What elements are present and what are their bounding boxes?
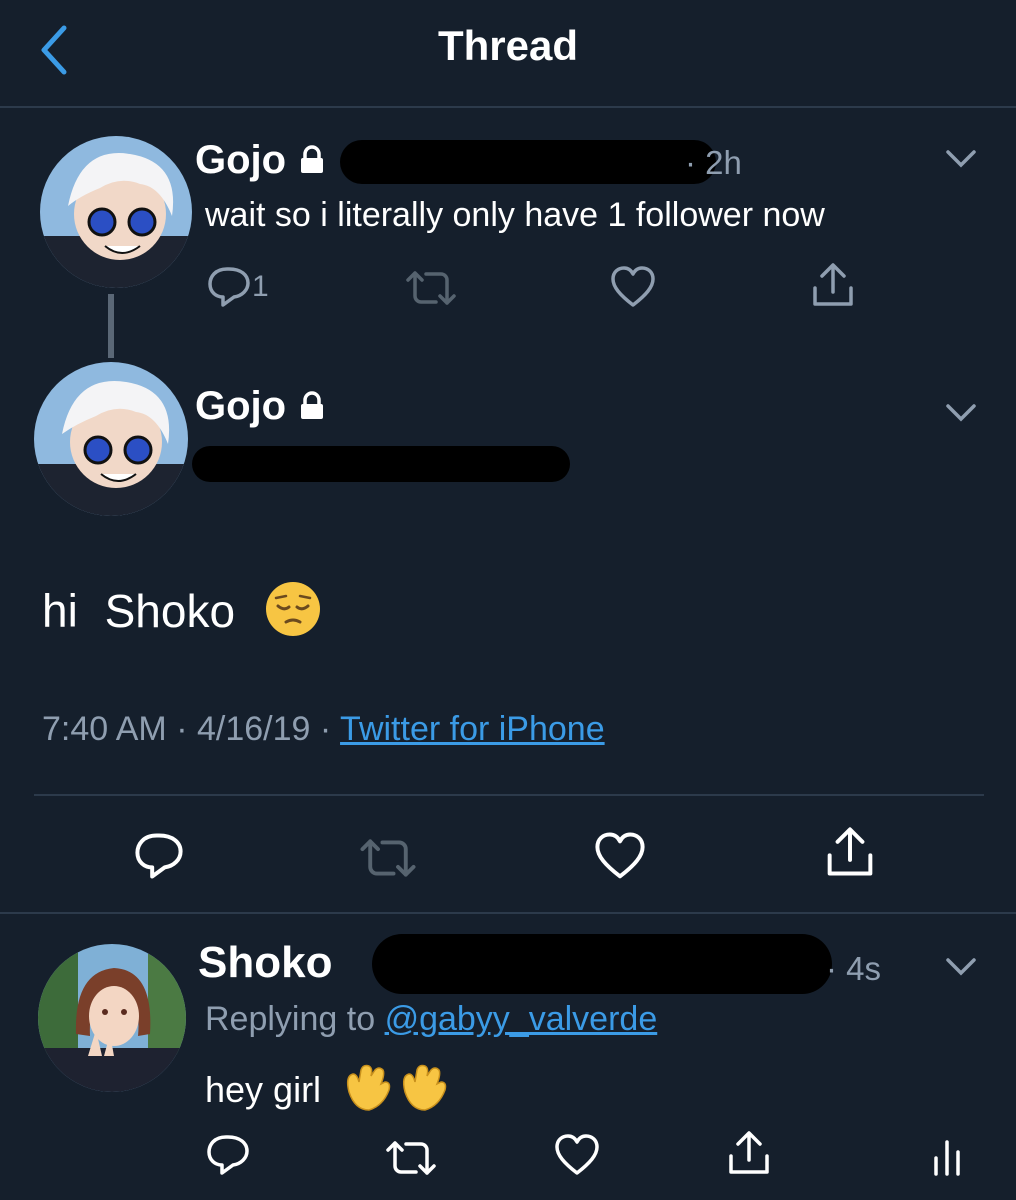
tweet-timestamp: · 2h bbox=[685, 144, 742, 181]
redacted-handle bbox=[192, 446, 570, 482]
redacted-handle bbox=[372, 934, 832, 994]
header-divider bbox=[0, 106, 1016, 108]
tweet-text-body: hey girl bbox=[205, 1069, 322, 1111]
thread-connector bbox=[108, 294, 114, 358]
reply-icon[interactable] bbox=[134, 832, 184, 880]
tweet-text: hey girl bbox=[205, 1062, 455, 1123]
meta-divider bbox=[34, 794, 984, 796]
heart-icon[interactable] bbox=[610, 266, 656, 308]
tweet-text-greeting: hi bbox=[42, 584, 78, 637]
heart-icon[interactable] bbox=[554, 1134, 600, 1176]
reply-count: 1 bbox=[252, 270, 269, 303]
replying-to-label: Replying to bbox=[205, 1000, 376, 1038]
tweet-source-link[interactable]: Twitter for iPhone bbox=[340, 710, 605, 748]
lock-icon bbox=[297, 386, 327, 431]
reply-icon[interactable] bbox=[206, 1134, 250, 1176]
reply-icon[interactable] bbox=[207, 266, 251, 308]
tweet-text-name: Shoko bbox=[104, 584, 236, 637]
tweet-text: hi Shoko bbox=[42, 580, 322, 649]
display-name[interactable]: Gojo bbox=[195, 138, 286, 182]
tweet-date: 4/16/19 bbox=[196, 710, 311, 748]
avatar-shoko[interactable] bbox=[38, 944, 186, 1092]
display-name[interactable]: Gojo bbox=[195, 384, 286, 428]
tweet-timestamp: · 4s bbox=[826, 950, 882, 987]
replying-to: Replying to @gabyy_valverde bbox=[205, 1000, 657, 1039]
avatar-gojo[interactable] bbox=[34, 362, 188, 516]
tweet-time: 7:40 AM bbox=[42, 710, 167, 748]
pensive-face-icon bbox=[264, 580, 322, 649]
chevron-down-icon[interactable] bbox=[944, 148, 978, 170]
retweet-icon[interactable] bbox=[358, 838, 418, 878]
retweet-icon[interactable] bbox=[404, 270, 458, 306]
chevron-down-icon[interactable] bbox=[944, 402, 978, 424]
share-icon[interactable] bbox=[726, 1130, 772, 1176]
tweet-text: wait so i literally only have 1 follower… bbox=[205, 196, 825, 234]
tweet-divider bbox=[0, 912, 1016, 914]
redacted-handle bbox=[340, 140, 716, 184]
analytics-icon[interactable] bbox=[932, 1136, 962, 1176]
tweet-header: Gojo bbox=[195, 138, 327, 186]
retweet-icon[interactable] bbox=[384, 1140, 438, 1176]
chevron-down-icon[interactable] bbox=[944, 956, 978, 978]
avatar-gojo[interactable] bbox=[40, 136, 192, 288]
tweet-header: Gojo bbox=[195, 384, 327, 431]
share-icon[interactable] bbox=[824, 826, 876, 878]
display-name[interactable]: Shoko bbox=[198, 938, 332, 988]
waving-hand-icon bbox=[339, 1062, 455, 1123]
page-title: Thread bbox=[437, 22, 579, 69]
tweet-meta: 7:40 AM · 4/16/19 · Twitter for iPhone bbox=[42, 710, 605, 748]
lock-icon bbox=[297, 140, 327, 185]
header-bar: Thread bbox=[0, 0, 1016, 108]
share-icon[interactable] bbox=[810, 262, 856, 308]
heart-icon[interactable] bbox=[594, 832, 646, 880]
replying-to-handle-link[interactable]: @gabyy_valverde bbox=[385, 1000, 658, 1038]
